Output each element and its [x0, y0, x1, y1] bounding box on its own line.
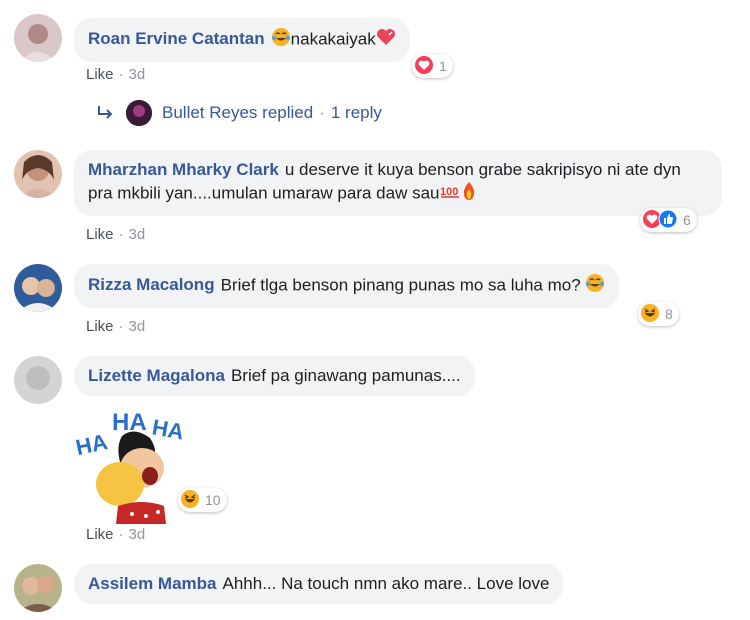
sticker[interactable]: HA HA HA — [72, 406, 192, 524]
reaction-count: 1 — [439, 58, 447, 74]
reaction-count: 10 — [205, 492, 221, 508]
separator-dot: · — [319, 103, 325, 122]
timestamp[interactable]: 3d — [129, 526, 146, 543]
timestamp[interactable]: 3d — [129, 66, 146, 83]
view-replies-link[interactable]: Bullet Reyes replied · 1 reply — [96, 100, 382, 126]
tears-of-joy-emoji-icon — [271, 27, 291, 53]
reaction-summary[interactable]: 6 — [640, 208, 697, 232]
comment-meta: Like · 3d — [86, 318, 145, 335]
comment-bubble: Mharzhan Mharky Clark u deserve it kuya b… — [74, 150, 722, 216]
reaction-count: 6 — [683, 212, 691, 228]
svg-text:100: 100 — [440, 186, 458, 198]
svg-text:HA: HA — [112, 409, 147, 436]
tears-of-joy-emoji-icon — [585, 273, 605, 299]
svg-text:HA: HA — [150, 414, 186, 444]
svg-text:HA: HA — [73, 429, 109, 460]
comment-author[interactable]: Mharzhan Mharky Clark — [88, 160, 279, 179]
reply-arrow-icon — [96, 103, 116, 123]
haha-reaction-icon — [180, 489, 200, 512]
reaction-count: 8 — [665, 306, 673, 322]
comment-bubble: Lizette Magalona Brief pa ginawang pamuna… — [74, 356, 475, 396]
reply-author[interactable]: Bullet Reyes replied — [162, 103, 313, 123]
like-link[interactable]: Like — [86, 318, 114, 335]
avatar[interactable] — [14, 150, 62, 198]
comment-author[interactable]: Assilem Mamba — [88, 574, 217, 593]
avatar[interactable] — [14, 264, 62, 312]
comment-author[interactable]: Roan Ervine Catantan — [88, 29, 265, 48]
separator-dot: · — [118, 226, 124, 243]
reaction-summary[interactable]: 10 — [178, 488, 227, 512]
separator-dot: · — [118, 318, 124, 335]
haha-reaction-icon — [640, 303, 660, 326]
like-reaction-icon — [658, 209, 678, 232]
reaction-summary[interactable]: 8 — [638, 302, 679, 326]
comment-bubble: Assilem Mamba Ahhh... Na touch nmn ako ma… — [74, 564, 564, 604]
avatar[interactable] — [14, 14, 62, 62]
separator-dot: · — [118, 66, 124, 83]
comment-text: Brief pa ginawang pamunas.... — [230, 366, 461, 385]
timestamp[interactable]: 3d — [129, 226, 146, 243]
like-link[interactable]: Like — [86, 526, 114, 543]
reply-avatar — [126, 100, 152, 126]
comment-text: Ahhh... Na touch nmn ako mare.. Love lov… — [222, 574, 550, 593]
heart-emoji-icon — [376, 28, 396, 52]
avatar[interactable] — [14, 356, 62, 404]
comment-author[interactable]: Lizette Magalona — [88, 366, 225, 385]
avatar[interactable] — [14, 564, 62, 612]
comment-text: nakakaiyak — [290, 29, 376, 49]
hundred-points-emoji-icon: 100 — [440, 183, 460, 205]
separator-dot: · — [118, 526, 124, 543]
like-link[interactable]: Like — [86, 226, 114, 243]
comment-meta: Like · 3d — [86, 526, 145, 543]
comment-meta: Like · 3d — [86, 66, 145, 83]
fire-emoji-icon — [460, 181, 478, 207]
reaction-summary[interactable]: 1 — [412, 54, 453, 78]
comment-bubble: Rizza Macalong Brief tlga benson pinang p… — [74, 264, 620, 308]
comment-meta: Like · 3d — [86, 226, 145, 243]
love-reaction-icon — [414, 55, 434, 78]
comment-author[interactable]: Rizza Macalong — [88, 275, 215, 294]
reply-count[interactable]: 1 reply — [331, 103, 382, 123]
timestamp[interactable]: 3d — [129, 318, 146, 335]
like-link[interactable]: Like — [86, 66, 114, 83]
comment-text: Brief tlga benson pinang punas mo sa luh… — [220, 275, 581, 295]
comment-bubble: Roan Ervine Catantan nakakaiyak — [74, 18, 410, 62]
